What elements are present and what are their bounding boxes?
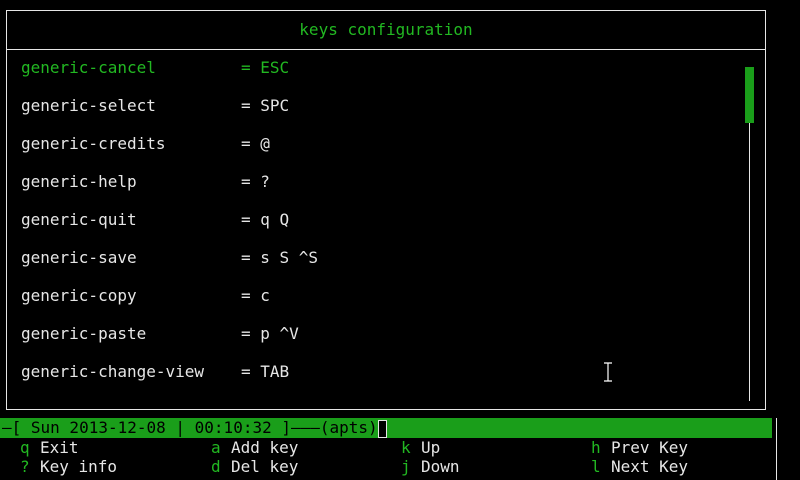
help-item-del-key[interactable]: d Del key xyxy=(211,457,298,476)
key-value: = @ xyxy=(241,134,270,153)
help-key: ? xyxy=(20,457,30,476)
help-label: Down xyxy=(421,457,460,476)
right-border xyxy=(776,418,777,480)
help-item-next-key[interactable]: l Next Key xyxy=(591,457,688,476)
key-row-generic-paste[interactable]: generic-paste = p ^V xyxy=(21,323,735,361)
help-key: k xyxy=(401,438,411,457)
text-cursor-icon xyxy=(604,362,612,382)
key-row-generic-change-view[interactable]: generic-change-view = TAB xyxy=(21,361,735,399)
key-row-generic-credits[interactable]: generic-credits = @ xyxy=(21,133,735,171)
key-value: = s S ^S xyxy=(241,248,319,267)
key-value: = ESC xyxy=(241,58,290,77)
title-separator xyxy=(7,49,765,50)
key-row-generic-quit[interactable]: generic-quit = q Q xyxy=(21,209,735,247)
help-key: l xyxy=(591,457,601,476)
help-key: q xyxy=(20,438,30,457)
help-label: Add key xyxy=(231,438,299,457)
key-row-generic-select[interactable]: generic-select = SPC xyxy=(21,95,735,133)
key-name: generic-help xyxy=(21,172,137,191)
key-value: = q Q xyxy=(241,210,290,229)
help-column: a Add key d Del key xyxy=(211,438,298,476)
key-value: = SPC xyxy=(241,96,290,115)
status-bar: —[ Sun 2013-12-08 | 00:10:32 ]———(apts) xyxy=(0,418,772,438)
key-value: = p ^V xyxy=(241,324,299,343)
key-name: generic-quit xyxy=(21,210,137,229)
help-column: k Up j Down xyxy=(401,438,460,476)
key-row-generic-copy[interactable]: generic-copy = c xyxy=(21,285,735,323)
window-title: keys configuration xyxy=(299,20,473,39)
help-column: q Exit ? Key info xyxy=(20,438,117,476)
help-label: Next Key xyxy=(611,457,689,476)
key-name: generic-paste xyxy=(21,324,147,343)
help-key: h xyxy=(591,438,601,457)
help-label: Up xyxy=(421,438,441,457)
key-value: = ? xyxy=(241,172,270,191)
key-row-generic-save[interactable]: generic-save = s S ^S xyxy=(21,247,735,285)
help-item-exit[interactable]: q Exit xyxy=(20,438,117,457)
help-key: d xyxy=(211,457,221,476)
help-label: Del key xyxy=(231,457,299,476)
help-item-down[interactable]: j Down xyxy=(401,457,460,476)
help-key: a xyxy=(211,438,221,457)
help-column: h Prev Key l Next Key xyxy=(591,438,688,476)
key-name: generic-copy xyxy=(21,286,137,305)
key-name: generic-select xyxy=(21,96,156,115)
help-item-key-info[interactable]: ? Key info xyxy=(20,457,117,476)
help-key: j xyxy=(401,457,411,476)
status-text: —[ Sun 2013-12-08 | 00:10:32 ]———(apts) xyxy=(2,418,378,437)
keys-config-window: keys configuration generic-cancel = ESC g… xyxy=(6,10,766,410)
key-row-generic-cancel[interactable]: generic-cancel = ESC xyxy=(21,57,735,95)
help-item-add-key[interactable]: a Add key xyxy=(211,438,298,457)
key-name: generic-change-view xyxy=(21,362,205,381)
key-row-generic-help[interactable]: generic-help = ? xyxy=(21,171,735,209)
help-item-prev-key[interactable]: h Prev Key xyxy=(591,438,688,457)
help-label: Prev Key xyxy=(611,438,689,457)
key-list: generic-cancel = ESC generic-select = SPC … xyxy=(21,57,735,399)
key-name: generic-cancel xyxy=(21,58,156,77)
key-value: = c xyxy=(241,286,270,305)
input-caret xyxy=(377,419,387,438)
help-label: Key info xyxy=(40,457,118,476)
help-label: Exit xyxy=(40,438,79,457)
scrollbar-thumb[interactable] xyxy=(745,67,754,123)
key-name: generic-save xyxy=(21,248,137,267)
key-name: generic-credits xyxy=(21,134,166,153)
key-value: = TAB xyxy=(241,362,290,381)
help-item-up[interactable]: k Up xyxy=(401,438,460,457)
